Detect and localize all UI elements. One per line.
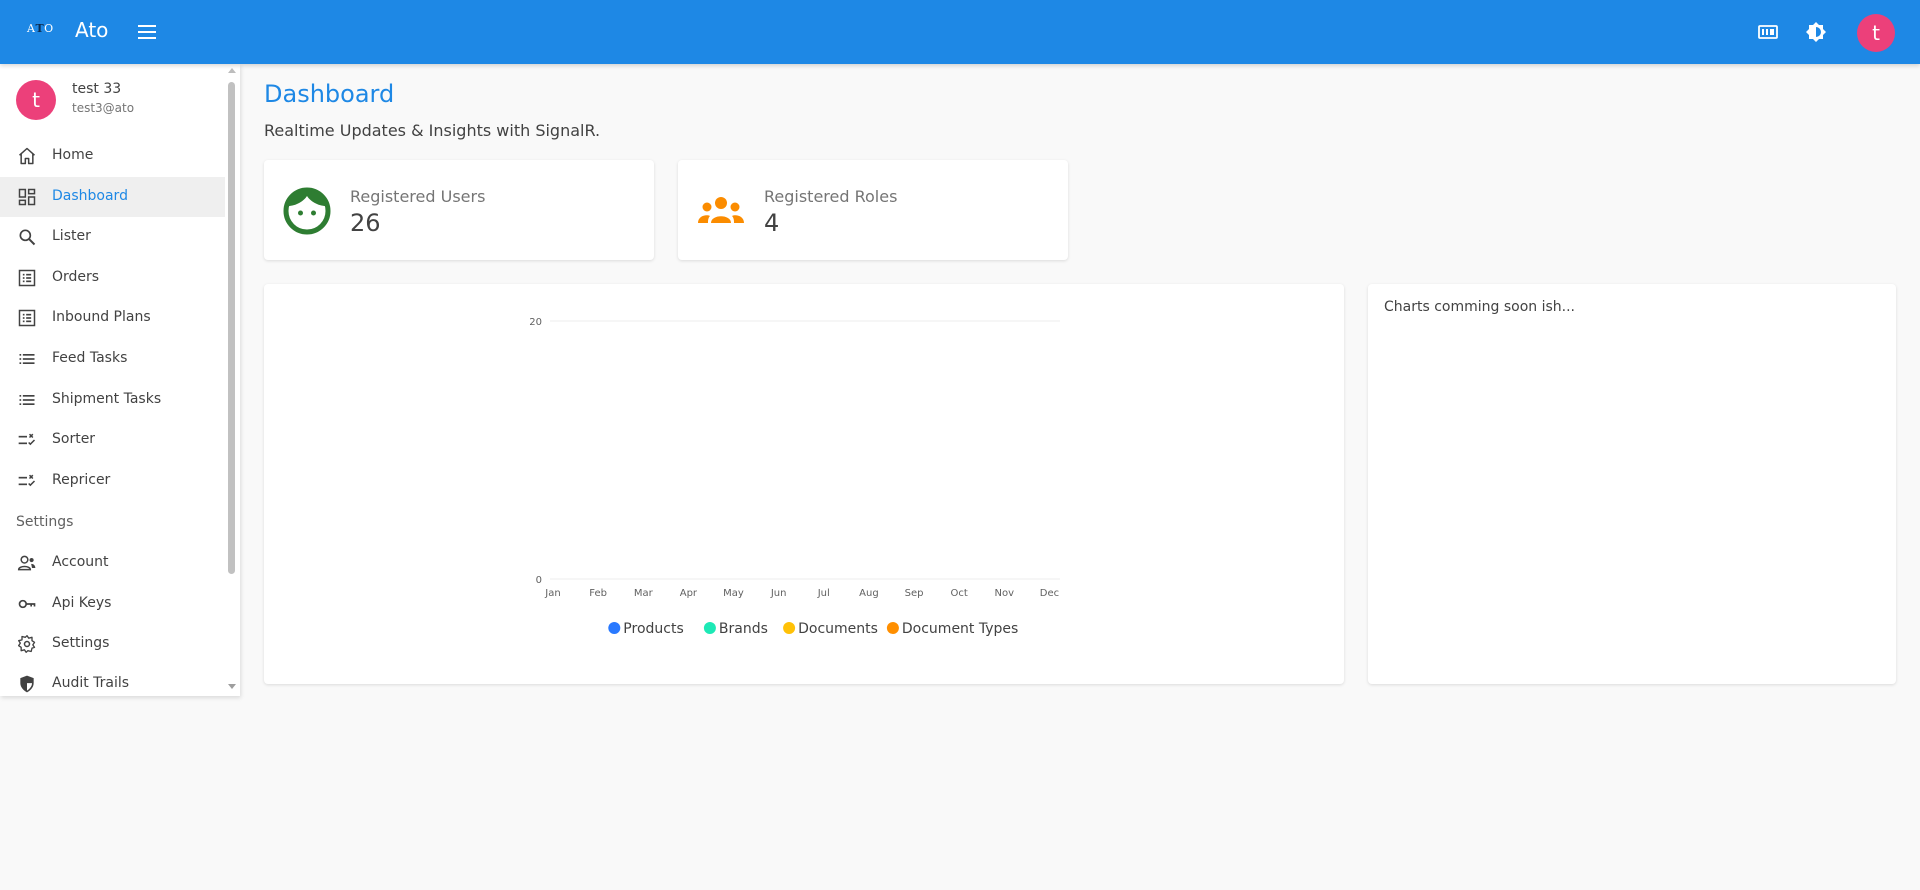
rule-icon	[17, 471, 37, 491]
scroll-thumb[interactable]	[228, 82, 235, 574]
line-chart: 0 20 Jan Feb Mar Apr May Jun Jul Aug Sep Oct Nov Dec P…	[529, 317, 1060, 637]
sidebar-item-label: Orders	[52, 269, 100, 285]
sidebar-item-label: Shipment Tasks	[52, 391, 162, 407]
profile-avatar: t	[16, 80, 56, 120]
sidebar-item-label: Dashboard	[52, 188, 128, 204]
app-name[interactable]: Ato	[75, 18, 108, 42]
x-tick-label: Sep	[905, 588, 924, 599]
sidebar-item-lister[interactable]: Lister	[0, 217, 225, 257]
settings-section-header: Settings	[16, 514, 74, 530]
x-tick-label: Feb	[589, 588, 607, 599]
gear-icon	[17, 634, 37, 654]
y-tick-label: 20	[529, 317, 542, 328]
x-tick-label: Aug	[859, 588, 879, 599]
account-icon	[17, 553, 37, 573]
legend-marker	[886, 622, 899, 634]
list-alt-icon	[17, 308, 37, 328]
sidebar-item-audit-trails[interactable]: Audit Trails	[0, 664, 225, 696]
scroll-up-arrow[interactable]	[228, 68, 236, 73]
sidebar-item-settings[interactable]: Settings	[0, 624, 225, 664]
app-logo[interactable]: ATO	[27, 22, 57, 40]
page-title: Dashboard	[264, 80, 395, 108]
sidebar-item-home[interactable]: Home	[0, 136, 225, 176]
sidebar-item-label: Settings	[52, 635, 110, 651]
legend-marker	[783, 622, 796, 634]
x-tick-label: Jun	[770, 588, 787, 599]
sidebar-item-label: Account	[52, 554, 109, 570]
legend-marker	[703, 622, 716, 634]
card-label: Registered Roles	[764, 187, 898, 206]
sidebar-item-orders[interactable]: Orders	[0, 258, 225, 298]
legend-label: Products	[623, 621, 683, 637]
legend-marker	[608, 622, 621, 634]
face-icon	[282, 186, 332, 236]
sidebar-item-api-keys[interactable]: Api Keys	[0, 584, 225, 624]
sidebar-item-label: Audit Trails	[52, 675, 130, 691]
sidebar-item-inbound-plans[interactable]: Inbound Plans	[0, 298, 225, 338]
card-label: Registered Users	[350, 187, 486, 206]
sidebar-item-label: Feed Tasks	[52, 350, 128, 366]
x-tick-label: Nov	[995, 588, 1015, 599]
legend-label: Brands	[719, 621, 768, 637]
sidebar-item-label: Inbound Plans	[52, 309, 151, 325]
dashboard-icon	[17, 187, 37, 207]
page-subtitle: Realtime Updates & Insights with SignalR…	[264, 121, 601, 140]
sidebar-item-repricer[interactable]: Repricer	[0, 461, 225, 501]
user-profile[interactable]: t test 33 test3@ato	[0, 64, 225, 138]
card-value: 4	[764, 209, 780, 237]
sidebar-item-dashboard[interactable]: Dashboard	[0, 177, 225, 217]
x-tick-label: Apr	[680, 588, 698, 599]
app-bar: ATO Ato t	[0, 0, 1920, 64]
card-value: 26	[350, 209, 381, 237]
groups-icon	[696, 186, 746, 236]
home-icon	[17, 146, 37, 166]
sidebar-scrollbar[interactable]	[225, 64, 240, 696]
key-icon	[17, 594, 37, 614]
legend-label: Document Types	[902, 621, 1018, 637]
scroll-down-arrow[interactable]	[228, 684, 236, 689]
coming-soon-text: Charts comming soon ish...	[1384, 299, 1576, 315]
sidebar-item-label: Api Keys	[52, 595, 112, 611]
registered-roles-card: Registered Roles 4	[678, 160, 1068, 260]
x-tick-label: Mar	[634, 588, 654, 599]
y-tick-label: 0	[536, 575, 542, 586]
search-icon	[17, 227, 37, 247]
user-avatar[interactable]: t	[1857, 14, 1895, 52]
brightness-icon[interactable]	[1804, 20, 1828, 44]
profile-email: test3@ato	[72, 101, 135, 115]
list-icon	[17, 390, 37, 410]
rule-icon	[17, 430, 37, 450]
chart-card: 0 20 Jan Feb Mar Apr May Jun Jul Aug Sep Oct Nov Dec P…	[264, 284, 1344, 684]
list-alt-icon	[17, 268, 37, 288]
x-tick-label: May	[723, 588, 744, 599]
shield-icon	[17, 674, 37, 694]
list-icon	[17, 349, 37, 369]
sidebar-item-label: Sorter	[52, 431, 96, 447]
legend-label: Documents	[798, 621, 878, 637]
x-tick-label: Jan	[544, 588, 560, 599]
sidebar-item-feed-tasks[interactable]: Feed Tasks	[0, 339, 225, 379]
profile-name: test 33	[72, 81, 122, 97]
registered-users-card: Registered Users 26	[264, 160, 654, 260]
sidebar-item-account[interactable]: Account	[0, 543, 225, 583]
x-tick-label: Oct	[951, 588, 968, 599]
sidebar-item-label: Repricer	[52, 472, 111, 488]
x-tick-label: Dec	[1040, 588, 1059, 599]
sidebar-item-label: Lister	[52, 228, 91, 244]
coming-soon-card: Charts comming soon ish...	[1368, 284, 1896, 684]
keyboard-icon[interactable]	[1756, 20, 1780, 44]
sidebar-item-shipment-tasks[interactable]: Shipment Tasks	[0, 380, 225, 420]
sidebar-item-sorter[interactable]: Sorter	[0, 420, 225, 460]
menu-icon[interactable]	[136, 20, 158, 44]
sidebar-item-label: Home	[52, 147, 94, 163]
sidebar: t test 33 test3@ato Home Dashboard Liste…	[0, 64, 240, 696]
x-tick-label: Jul	[817, 588, 830, 599]
